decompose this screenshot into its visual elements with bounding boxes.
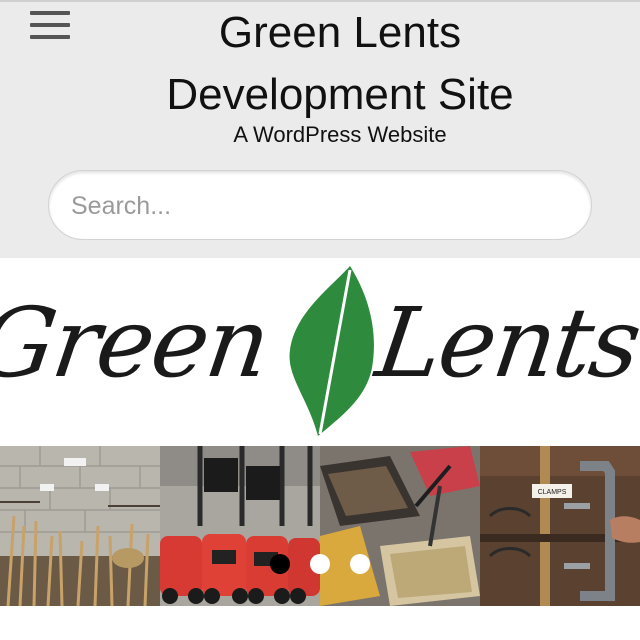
logo-word-green: Green xyxy=(0,286,275,398)
hamburger-menu-icon[interactable] xyxy=(28,8,72,42)
site-tagline: A WordPress Website xyxy=(233,122,447,147)
green-lents-logo[interactable]: Green Lents xyxy=(0,258,640,446)
image-slider[interactable]: CLAMPS xyxy=(0,446,640,606)
slide-image-clamps[interactable]: CLAMPS xyxy=(480,446,640,606)
slide-image-wheelbarrows[interactable] xyxy=(320,446,480,606)
logo-word-lents: Lents xyxy=(368,286,640,398)
slider-pagination xyxy=(0,554,640,574)
slider-dot-1[interactable] xyxy=(270,554,290,574)
slide-image-rakes[interactable] xyxy=(0,446,160,606)
leaf-icon xyxy=(289,266,374,436)
site-title[interactable]: Green Lents Development Site xyxy=(100,2,580,126)
search-input[interactable] xyxy=(69,171,573,241)
slider-dot-2[interactable] xyxy=(310,554,330,574)
slider-dot-3[interactable] xyxy=(350,554,370,574)
search-box[interactable] xyxy=(48,170,592,241)
slide-image-mowers[interactable] xyxy=(160,446,320,606)
clamps-label: CLAMPS xyxy=(538,489,567,496)
site-header: Green Lents Development Site A WordPress… xyxy=(0,0,640,258)
